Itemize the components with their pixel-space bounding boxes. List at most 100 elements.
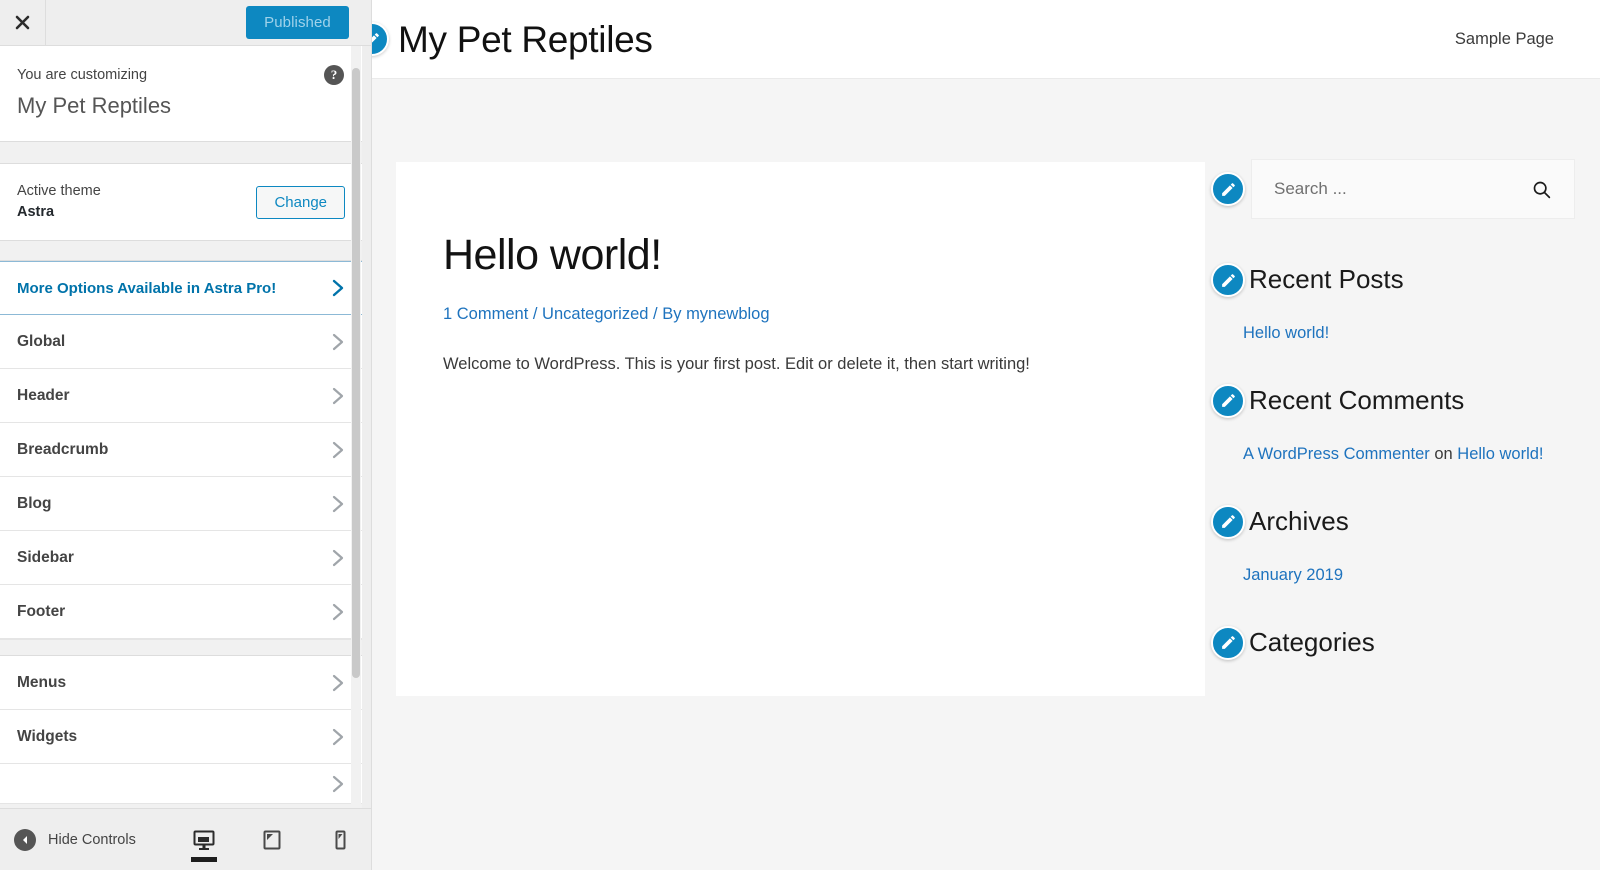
customizer-topbar: Published [0, 0, 371, 46]
widget-title: Archives [1249, 506, 1349, 537]
device-tablet-button[interactable] [252, 814, 292, 866]
site-nav: Sample Page [1455, 30, 1600, 49]
widget-title: Recent Posts [1249, 264, 1404, 295]
search-icon[interactable] [1531, 179, 1552, 200]
post-meta-separator-2: / [648, 305, 663, 324]
post-excerpt: Welcome to WordPress. This is your first… [443, 355, 1030, 374]
hide-controls-button[interactable]: Hide Controls [0, 828, 136, 851]
edit-site-title-pencil-icon[interactable] [372, 22, 389, 56]
astra-pro-label: More Options Available in Astra Pro! [17, 279, 277, 297]
sidebar-item-sidebar[interactable]: Sidebar [0, 531, 362, 586]
close-icon[interactable] [0, 0, 46, 45]
desktop-icon [193, 830, 215, 850]
tablet-icon [263, 830, 281, 849]
sidebar-item-header[interactable]: Header [0, 369, 362, 424]
sidebar-item-widgets[interactable]: Widgets [0, 710, 362, 765]
sidebar-item-label: Sidebar [17, 548, 74, 566]
chevron-right-icon [332, 279, 345, 297]
widget-archives: Archives January 2019 [1211, 504, 1575, 590]
search-placeholder: Search ... [1274, 179, 1347, 198]
active-theme-name: Astra [17, 204, 55, 221]
site-header: My Pet Reptiles Sample Page [372, 0, 1600, 79]
customizer-sidebar: Published You are customizing My Pet Rep… [0, 0, 372, 870]
sidebar-item-label: Header [17, 386, 70, 404]
chevron-right-icon [332, 495, 345, 513]
device-preview-switcher [184, 814, 360, 866]
widget-title: Recent Comments [1249, 385, 1465, 416]
recent-comment-item: A WordPress Commenter on Hello world! [1243, 440, 1575, 469]
edit-categories-pencil-icon[interactable] [1211, 625, 1245, 660]
help-icon[interactable]: ? [324, 65, 344, 85]
sidebar-item-astra-pro[interactable]: More Options Available in Astra Pro! [0, 261, 362, 316]
device-desktop-button[interactable] [184, 814, 224, 866]
post-meta-comments-link[interactable]: 1 Comment [443, 305, 528, 323]
collapse-arrow-icon [14, 828, 36, 851]
edit-recent-comments-pencil-icon[interactable] [1211, 383, 1245, 418]
active-theme-row: Active theme Astra Change [0, 164, 362, 242]
nav-link-sample-page[interactable]: Sample Page [1455, 30, 1554, 48]
sidebar-sections-group-1: Global Header Breadcrumb Blog Sidebar Fo… [0, 315, 362, 640]
hide-controls-label: Hide Controls [48, 831, 136, 848]
edit-search-widget-pencil-icon[interactable] [1211, 172, 1245, 206]
sidebar-item-label: Widgets [17, 727, 78, 745]
chevron-right-icon [332, 333, 345, 351]
post-title[interactable]: Hello world! [443, 231, 1159, 279]
post-meta-author-prefix: By [662, 305, 687, 324]
comment-post-link[interactable]: Hello world! [1457, 445, 1543, 463]
sidebar-item-label: Global [17, 332, 66, 350]
post-meta-author-link[interactable]: mynewblog [686, 305, 769, 323]
mobile-icon [335, 830, 346, 849]
edit-archives-pencil-icon[interactable] [1211, 504, 1245, 539]
customizing-info: You are customizing My Pet Reptiles ? [0, 46, 362, 143]
comment-author-link[interactable]: A WordPress Commenter [1243, 445, 1430, 463]
archive-link[interactable]: January 2019 [1243, 561, 1575, 590]
customizing-eyebrow: You are customizing [17, 67, 148, 83]
widget-recent-posts: Recent Posts Hello world! [1211, 263, 1575, 348]
site-preview: My Pet Reptiles Sample Page Hello world!… [372, 0, 1600, 870]
customizer-panels: You are customizing My Pet Reptiles ? Ac… [0, 46, 362, 808]
chevron-right-icon [332, 387, 345, 405]
sidebar-item-next-partial[interactable] [0, 764, 362, 805]
sidebar-scrollbar-thumb[interactable] [352, 68, 360, 678]
chevron-right-icon [332, 441, 345, 459]
customizer-screen: Published You are customizing My Pet Rep… [0, 0, 1600, 870]
widget-recent-comments: Recent Comments A WordPress Commenter on… [1211, 383, 1575, 469]
widget-sidebar: Search ... Recent Posts Hello world! Rec… [1205, 159, 1575, 696]
customizer-footer: Hide Controls [0, 808, 371, 870]
chevron-right-icon [332, 603, 345, 621]
publish-button[interactable]: Published [246, 6, 349, 39]
sidebar-item-label: Breadcrumb [17, 440, 109, 458]
change-theme-button[interactable]: Change [256, 185, 345, 219]
chevron-right-icon [332, 775, 345, 793]
device-mobile-button[interactable] [320, 814, 360, 866]
sidebar-item-footer[interactable]: Footer [0, 585, 362, 640]
chevron-right-icon [332, 728, 345, 746]
post-meta: 1 Comment / Uncategorized / By mynewblog [443, 303, 1159, 326]
site-title[interactable]: My Pet Reptiles [398, 21, 653, 58]
preview-content: Hello world! 1 Comment / Uncategorized /… [372, 79, 1600, 696]
panel-gap [0, 142, 362, 165]
sidebar-item-global[interactable]: Global [0, 315, 362, 370]
widget-categories: Categories [1211, 625, 1575, 660]
sidebar-item-breadcrumb[interactable]: Breadcrumb [0, 423, 362, 478]
sidebar-item-menus[interactable]: Menus [0, 656, 362, 711]
active-theme-label: Active theme [17, 183, 101, 200]
customizing-site-title: My Pet Reptiles [17, 92, 172, 118]
sidebar-item-label: Blog [17, 494, 52, 512]
sidebar-scrollbar[interactable] [351, 46, 361, 808]
sidebar-item-label: Footer [17, 602, 66, 620]
sidebar-item-label: Menus [17, 673, 67, 691]
recent-post-link[interactable]: Hello world! [1243, 319, 1575, 348]
chevron-right-icon [332, 674, 345, 692]
comment-on-text: on [1429, 444, 1458, 463]
post-meta-category-link[interactable]: Uncategorized [542, 305, 648, 323]
chevron-right-icon [332, 549, 345, 567]
post-card: Hello world! 1 Comment / Uncategorized /… [396, 162, 1205, 696]
post-meta-separator-1: / [528, 305, 543, 324]
sections-divider [0, 639, 362, 657]
sidebar-item-blog[interactable]: Blog [0, 477, 362, 532]
widget-search: Search ... [1211, 159, 1575, 219]
widget-title: Categories [1249, 627, 1375, 658]
edit-recent-posts-pencil-icon[interactable] [1211, 263, 1245, 297]
search-input[interactable]: Search ... [1251, 159, 1575, 219]
